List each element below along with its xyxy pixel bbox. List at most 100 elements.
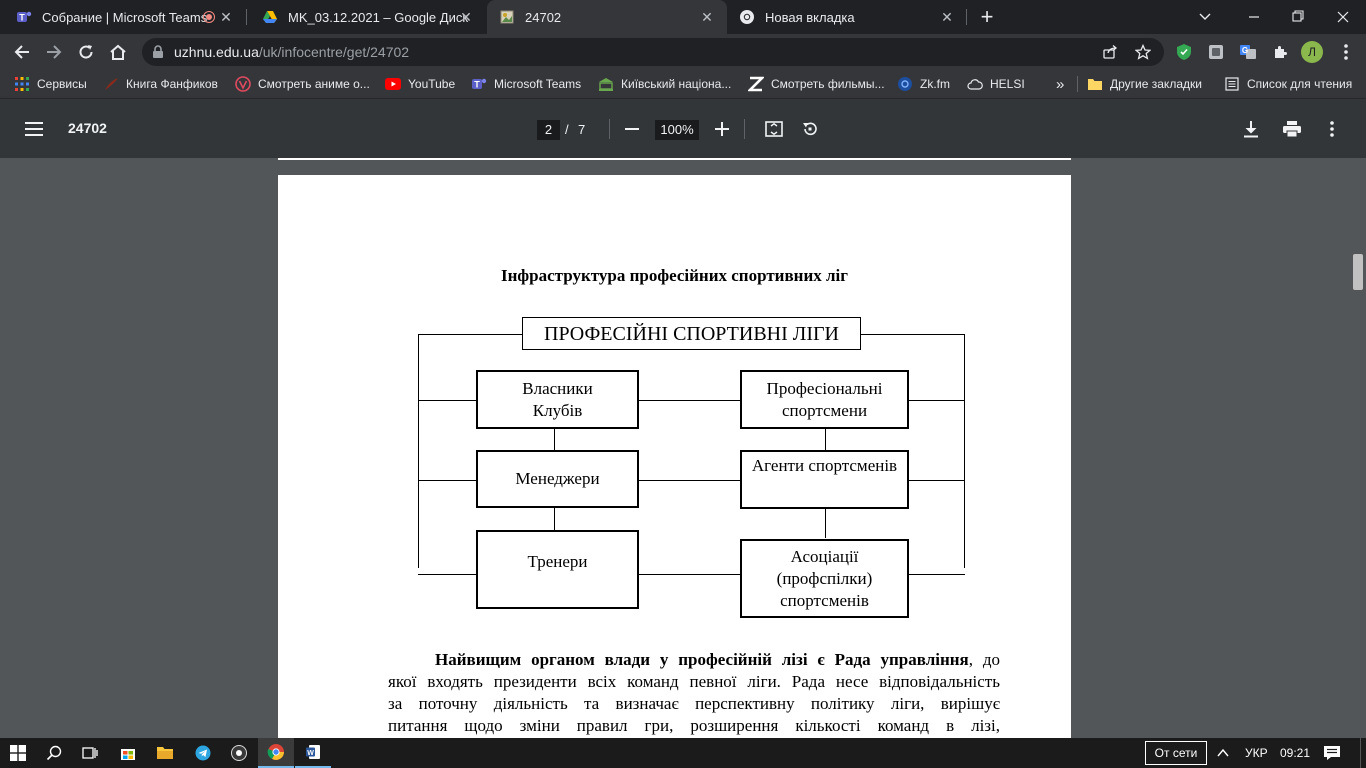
word-icon: W bbox=[306, 745, 320, 759]
paragraph-line: за поточну діяльність та визначає перспе… bbox=[388, 694, 1000, 713]
back-button[interactable] bbox=[8, 38, 36, 66]
profile-avatar[interactable]: Л bbox=[1301, 41, 1323, 63]
diagram-connector bbox=[638, 400, 742, 401]
search-icon bbox=[46, 745, 62, 761]
paragraph-line: питання щодо зміни правил гри, розширенн… bbox=[388, 716, 1000, 735]
browser-menu-button[interactable] bbox=[1332, 38, 1360, 66]
page-number-input[interactable]: 2 bbox=[537, 120, 560, 140]
diagram-connector bbox=[418, 574, 478, 575]
start-button[interactable] bbox=[0, 738, 36, 768]
lock-icon[interactable] bbox=[152, 45, 164, 64]
translate-extension-icon[interactable]: G bbox=[1234, 38, 1262, 66]
svg-text:T: T bbox=[19, 13, 25, 23]
more-vertical-icon bbox=[1344, 44, 1348, 60]
show-desktop-button[interactable] bbox=[1360, 738, 1361, 768]
google-drive-icon bbox=[262, 9, 278, 25]
diagram-box-managers: Менеджери bbox=[476, 450, 639, 508]
taskbar-chrome[interactable] bbox=[258, 738, 294, 768]
diagram-box-athlete-unions: Асоціації (профспілки) спортсменів bbox=[740, 539, 909, 618]
reading-list-button[interactable]: Список для чтения bbox=[1224, 70, 1352, 98]
quill-icon bbox=[103, 76, 119, 92]
shield-extension-icon[interactable] bbox=[1170, 38, 1198, 66]
reload-button[interactable] bbox=[72, 38, 100, 66]
scrollbar-track[interactable] bbox=[1350, 158, 1366, 738]
bookmark-anime[interactable]: Смотреть аниме о... bbox=[235, 70, 370, 98]
taskbar-file-explorer[interactable] bbox=[147, 738, 183, 768]
restore-window-button[interactable] bbox=[1276, 4, 1320, 30]
diagram-box-label: (профспілки) bbox=[776, 568, 873, 588]
tab-new-tab[interactable]: Новая вкладка ✕ bbox=[727, 0, 967, 34]
diagram-connector bbox=[554, 507, 555, 531]
diagram-box-athlete-agents: Агенти спортсменів bbox=[740, 450, 909, 509]
diagram-box-label: спортсмени bbox=[781, 400, 868, 420]
tab-search-button[interactable] bbox=[1195, 9, 1215, 25]
task-view-button[interactable] bbox=[72, 738, 108, 768]
tab-teams[interactable]: T Собрание | Microsoft Teams ✕ bbox=[0, 0, 246, 34]
close-tab-icon[interactable]: ✕ bbox=[218, 9, 234, 25]
new-tab-button[interactable]: + bbox=[975, 5, 999, 29]
bookmark-label: Список для чтения bbox=[1247, 77, 1353, 91]
tab-24702[interactable]: 24702 ✕ bbox=[487, 0, 727, 34]
print-button[interactable] bbox=[1276, 113, 1308, 145]
tab-title: Собрание | Microsoft Teams bbox=[42, 9, 208, 25]
show-hidden-icons-button[interactable] bbox=[1215, 746, 1231, 760]
bookmark-label: HELSI bbox=[990, 77, 1025, 91]
forward-button[interactable] bbox=[40, 38, 68, 66]
bold-lead-text: Найвищим органом влади у професійній ліз… bbox=[435, 650, 969, 669]
taskbar-store[interactable] bbox=[110, 738, 146, 768]
notifications-button[interactable] bbox=[1323, 745, 1341, 761]
document-icon bbox=[499, 9, 515, 25]
extension-gray-icon[interactable] bbox=[1202, 38, 1230, 66]
zoom-in-button[interactable] bbox=[706, 113, 738, 145]
arrow-right-icon bbox=[47, 45, 62, 59]
bookmark-label: Смотреть фильмы... bbox=[771, 77, 885, 91]
bookmark-watch-films[interactable]: Смотреть фильмы... bbox=[748, 70, 885, 98]
bookmark-label: Смотреть аниме о... bbox=[258, 77, 370, 91]
close-tab-icon[interactable]: ✕ bbox=[458, 9, 474, 25]
bookmarks-overflow-button[interactable]: » bbox=[1056, 70, 1064, 98]
bookmark-star-icon[interactable] bbox=[1134, 43, 1152, 65]
taskbar-word[interactable]: W bbox=[295, 738, 331, 768]
zoom-level-input[interactable]: 100% bbox=[655, 120, 699, 140]
close-tab-icon[interactable]: ✕ bbox=[939, 9, 955, 25]
diagram-connector bbox=[908, 574, 965, 575]
zoom-out-button[interactable] bbox=[616, 113, 648, 145]
diagram-box-label: Менеджери bbox=[515, 469, 600, 488]
bookmark-kyiv-university[interactable]: Київський націона... bbox=[598, 70, 731, 98]
scrollbar-thumb[interactable] bbox=[1353, 254, 1363, 290]
bookmark-fanfic-book[interactable]: Книга Фанфиков bbox=[103, 70, 218, 98]
bookmark-services[interactable]: Сервисы bbox=[14, 70, 87, 98]
fit-to-page-button[interactable] bbox=[758, 113, 790, 145]
close-tab-icon[interactable]: ✕ bbox=[699, 9, 715, 25]
close-window-button[interactable] bbox=[1320, 4, 1366, 30]
download-button[interactable] bbox=[1235, 113, 1267, 145]
network-status-tooltip: От сети bbox=[1145, 741, 1207, 765]
bookmark-microsoft-teams[interactable]: T Microsoft Teams bbox=[471, 70, 581, 98]
extensions-puzzle-icon[interactable] bbox=[1266, 38, 1294, 66]
address-bar[interactable]: uzhnu.edu.ua/uk/infocentre/get/24702 bbox=[142, 38, 1164, 66]
previous-page-edge bbox=[278, 158, 1071, 160]
zkfm-icon bbox=[897, 76, 913, 92]
taskbar-media-app[interactable] bbox=[221, 738, 257, 768]
bookmark-zkfm[interactable]: Zk.fm bbox=[897, 70, 950, 98]
url-path: /uk/infocentre/get/24702 bbox=[258, 44, 410, 60]
search-button[interactable] bbox=[36, 738, 72, 768]
pdf-menu-button[interactable] bbox=[18, 113, 50, 145]
svg-text:G: G bbox=[1242, 46, 1248, 55]
bookmark-youtube[interactable]: YouTube bbox=[385, 70, 455, 98]
language-indicator[interactable]: УКР bbox=[1245, 738, 1268, 768]
minimize-icon bbox=[1249, 16, 1259, 18]
system-clock[interactable]: 09:21 bbox=[1280, 738, 1310, 768]
pdf-more-actions-button[interactable] bbox=[1316, 113, 1348, 145]
bookmark-helsi[interactable]: HELSI bbox=[967, 70, 1025, 98]
toolbar-divider bbox=[744, 119, 745, 139]
minimize-window-button[interactable] bbox=[1232, 4, 1276, 30]
taskbar-telegram[interactable] bbox=[185, 738, 221, 768]
paragraph-text: , до bbox=[968, 650, 1001, 669]
tab-google-drive[interactable]: MK_03.12.2021 – Google Диск ✕ bbox=[246, 0, 486, 34]
other-bookmarks-folder[interactable]: Другие закладки bbox=[1087, 70, 1202, 98]
share-icon[interactable] bbox=[1102, 44, 1118, 65]
rotate-button[interactable] bbox=[794, 113, 826, 145]
diagram-box-label: ПРОФЕСІЙНІ СПОРТИВНІ ЛІГИ bbox=[544, 322, 839, 345]
home-button[interactable] bbox=[104, 38, 132, 66]
